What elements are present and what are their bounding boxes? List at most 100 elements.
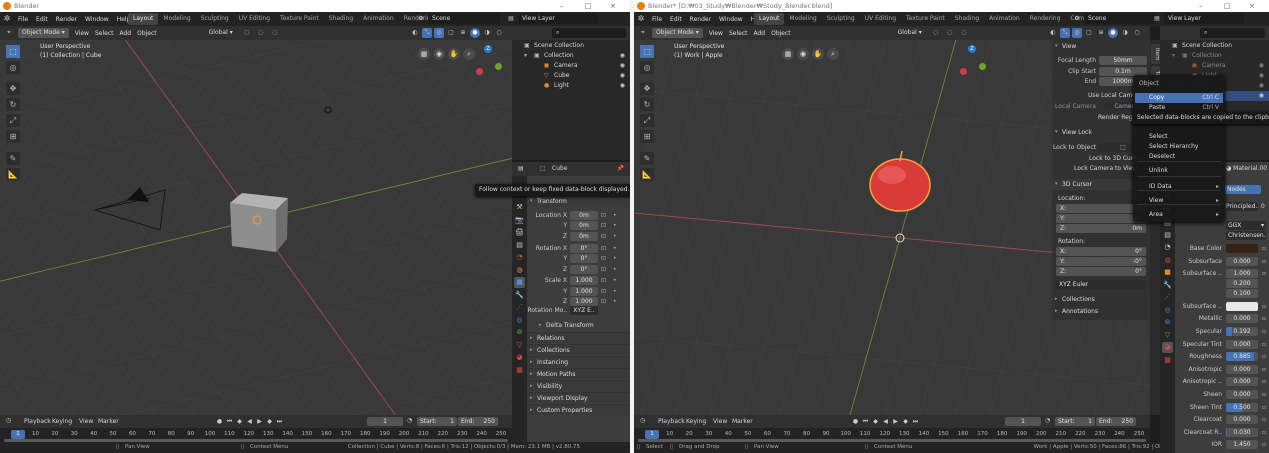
- socket-dot-icon[interactable]: ▫: [1262, 428, 1266, 438]
- lock-icon[interactable]: ⊡: [601, 221, 606, 231]
- transform-tool-icon[interactable]: ⊞: [640, 130, 654, 143]
- blender-menu-icon[interactable]: ✲: [0, 14, 14, 24]
- socket-dot-icon[interactable]: ▫: [1262, 403, 1266, 413]
- panel-instancing[interactable]: Instancing: [527, 356, 630, 368]
- outliner-item-collection[interactable]: ▾ ▣ Collection ◉: [512, 51, 630, 61]
- timeline-menu-view[interactable]: View: [79, 417, 93, 426]
- shader-input-field[interactable]: 0.000: [1226, 339, 1258, 349]
- shader-input-field[interactable]: 0.500: [1226, 402, 1258, 412]
- pan-hand-icon[interactable]: ✋: [448, 48, 460, 60]
- close-button[interactable]: ×: [1249, 0, 1255, 12]
- shader-dropdown[interactable]: Principled..: [1226, 202, 1258, 211]
- record-icon[interactable]: ●: [852, 417, 859, 426]
- header-menu-add[interactable]: Add: [116, 30, 134, 37]
- pivot-icon[interactable]: ◌: [929, 28, 943, 38]
- keyframe-dot-icon[interactable]: •: [613, 287, 617, 297]
- proportional-edit-icon[interactable]: ◌: [957, 28, 971, 38]
- solid-shading-icon[interactable]: ●: [1108, 28, 1118, 38]
- panel-delta-transform[interactable]: Delta Transform: [536, 320, 630, 331]
- context-menu-item-select[interactable]: Select: [1135, 132, 1223, 142]
- texture-tab-icon[interactable]: ▦: [514, 365, 525, 376]
- timeline-menu-keying[interactable]: Keying: [52, 417, 72, 426]
- workspace-tab-rendering[interactable]: Rendering: [1025, 13, 1066, 25]
- workspace-tab-modeling[interactable]: Modeling: [784, 13, 821, 25]
- scene-selector[interactable]: Scene: [1084, 14, 1156, 24]
- color-swatch[interactable]: [1226, 301, 1258, 311]
- tool-tab-icon[interactable]: ⚒: [514, 202, 525, 213]
- perspective-toggle-icon[interactable]: ▦: [418, 48, 430, 60]
- workspace-tab-texture-paint[interactable]: Texture Paint: [901, 13, 950, 25]
- panel-collections[interactable]: Collections: [1052, 294, 1150, 305]
- constraints-tab-icon[interactable]: ⊚: [514, 327, 525, 338]
- socket-dot-icon[interactable]: ▫: [1262, 340, 1266, 350]
- timeline-editor-icon[interactable]: ◷: [6, 416, 11, 426]
- header-menu-view[interactable]: View: [72, 30, 92, 37]
- shader-input-field[interactable]: 0.030: [1226, 427, 1258, 437]
- outliner-item-collection[interactable]: ▾ ▣ Collection: [1160, 51, 1269, 61]
- cursor-tool-icon[interactable]: ◎: [640, 61, 654, 74]
- transform-tool-icon[interactable]: ⊞: [6, 130, 20, 143]
- data-tab-icon[interactable]: ▽: [1162, 330, 1173, 341]
- panel-viewport-display[interactable]: Viewport Display: [527, 392, 630, 404]
- timeline-menu-playback[interactable]: Playback: [24, 417, 51, 426]
- material-tab-icon[interactable]: ◕: [1162, 342, 1173, 353]
- socket-dot-icon[interactable]: ▫: [1262, 390, 1266, 400]
- select-box-tool-icon[interactable]: ⬚: [6, 45, 20, 58]
- blender-menu-icon[interactable]: ✲: [634, 14, 648, 24]
- socket-dot-icon[interactable]: ▫: [1262, 327, 1266, 337]
- cursor-rotation-field[interactable]: X: 0°: [1056, 247, 1146, 256]
- nav-gizmo-x-icon[interactable]: [476, 68, 483, 75]
- panel-motion-paths[interactable]: Motion Paths: [527, 368, 630, 380]
- context-menu-item-deselect[interactable]: Deselect: [1135, 152, 1223, 162]
- wireframe-shading-icon[interactable]: ⊕: [458, 28, 468, 38]
- workspace-tab-texture-paint[interactable]: Texture Paint: [275, 13, 324, 25]
- workspace-tab-modeling[interactable]: Modeling: [158, 13, 195, 25]
- nav-gizmo-z-icon[interactable]: Z: [484, 45, 492, 53]
- properties-editor-icon[interactable]: ▤: [518, 164, 524, 174]
- select-box-tool-icon[interactable]: ⬚: [640, 45, 654, 58]
- material-tab-icon[interactable]: ◕: [514, 352, 525, 363]
- eye-icon[interactable]: ◉: [620, 81, 625, 91]
- maximize-button[interactable]: □: [1224, 0, 1231, 12]
- material-shading-icon[interactable]: ◑: [1120, 28, 1130, 38]
- socket-dot-icon[interactable]: ▫: [1262, 257, 1266, 267]
- socket-dot-icon[interactable]: ▫: [1262, 377, 1266, 387]
- lock-camera-to-view-checkbox[interactable]: Lock Camera to View: [1074, 164, 1137, 174]
- eye-icon[interactable]: ◉: [620, 51, 625, 61]
- render-tab-icon[interactable]: 📷: [514, 215, 525, 226]
- annotate-tool-icon[interactable]: ✎: [6, 152, 20, 165]
- texture-tab-icon[interactable]: ▦: [1162, 355, 1173, 366]
- transform-value-field[interactable]: 1.000: [570, 286, 598, 296]
- nav-gizmo-y-icon[interactable]: [979, 63, 986, 70]
- current-frame-field[interactable]: 1: [1005, 417, 1041, 426]
- panel-visibility[interactable]: Visibility: [527, 380, 630, 392]
- menu-file[interactable]: File: [648, 16, 666, 23]
- scale-tool-icon[interactable]: ⤢: [640, 114, 654, 127]
- scene-tab-icon[interactable]: ◔: [1162, 242, 1173, 253]
- context-menu-item-unlink[interactable]: Unlink: [1135, 166, 1223, 176]
- keyframe-dot-icon[interactable]: •: [613, 232, 617, 242]
- maximize-button[interactable]: □: [585, 0, 592, 12]
- header-menu-select[interactable]: Select: [92, 30, 117, 37]
- menu-edit[interactable]: Edit: [666, 16, 686, 23]
- menu-window[interactable]: Window: [715, 16, 747, 23]
- shader-input-field[interactable]: 0.192: [1226, 327, 1258, 336]
- cursor-tool-icon[interactable]: ◎: [6, 61, 20, 74]
- next-keyframe-icon[interactable]: ◆: [266, 417, 273, 426]
- outliner-item-camera[interactable]: ◼ Camera ◉: [512, 61, 630, 71]
- lock-icon[interactable]: ⊡: [601, 276, 606, 286]
- rendered-shading-icon[interactable]: ○: [494, 28, 504, 38]
- data-tab-icon[interactable]: ▽: [514, 340, 525, 351]
- menu-render[interactable]: Render: [686, 16, 715, 23]
- eye-icon[interactable]: ◉: [1259, 81, 1264, 91]
- keyframe-dot-icon[interactable]: •: [613, 211, 617, 221]
- gizmo-icon[interactable]: ⤡: [1060, 28, 1070, 38]
- outliner-search-input[interactable]: ⌕: [552, 28, 626, 38]
- lock-icon[interactable]: ⊡: [601, 244, 606, 254]
- outliner-item-light[interactable]: ● Light ◉: [512, 81, 630, 91]
- lock-icon[interactable]: ⊡: [601, 287, 606, 297]
- current-frame-field[interactable]: 1: [367, 417, 403, 426]
- modifier-tab-icon[interactable]: 🔧: [514, 290, 525, 301]
- minimize-button[interactable]: –: [1199, 0, 1203, 12]
- camera-view-icon[interactable]: ◉: [433, 48, 445, 60]
